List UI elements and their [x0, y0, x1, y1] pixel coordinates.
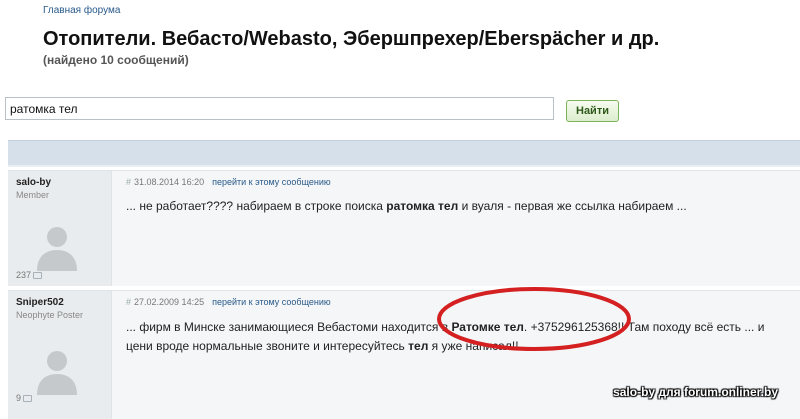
author-role: Member [16, 190, 50, 200]
breadcrumb[interactable]: Главная форума [43, 5, 120, 16]
search-button[interactable]: Найти [566, 100, 619, 122]
avatar-head [47, 227, 67, 247]
results-count: (найдено 10 сообщений) [43, 53, 189, 67]
post-text: ... фирм в Минске занимающиеся Вебастоми… [126, 320, 452, 334]
author-role: Neophyte Poster [16, 310, 84, 320]
search-highlight: ратомка тел [386, 199, 459, 213]
message-icon [33, 271, 43, 279]
post-hash[interactable]: # [126, 297, 131, 307]
post-count: 237 [16, 270, 43, 280]
goto-post-link[interactable]: перейти к этому сообщению [212, 177, 331, 187]
post-body: ... не работает???? набираем в строке по… [126, 197, 687, 216]
post-line: цени вроде нормальные звоните и интересу… [126, 337, 764, 356]
post-meta: #31.08.2014 16:20 перейти к этому сообщен… [126, 177, 331, 187]
avatar-body [37, 250, 77, 271]
goto-post-link[interactable]: перейти к этому сообщению [212, 297, 331, 307]
avatar-head [47, 351, 67, 371]
author-panel: salo-by Member 237 [8, 171, 112, 286]
post-count: 9 [16, 393, 33, 403]
post-text: цени вроде нормальные звоните и интересу… [126, 339, 409, 353]
author-panel: Sniper502 Neophyte Poster 9 [8, 291, 112, 419]
post: salo-by Member 237 #31.08.2014 16:20 пере… [8, 170, 800, 286]
search-highlight: тел [408, 339, 429, 353]
post-text: и вуаля - первая же ссылка набираем ... [458, 199, 687, 213]
avatar[interactable] [33, 223, 81, 271]
avatar-body [37, 374, 77, 395]
post-meta: #27.02.2009 14:25 перейти к этому сообщен… [126, 297, 331, 307]
search-highlight: Ратомке тел [451, 320, 524, 334]
post-line: ... фирм в Минске занимающиеся Вебастоми… [126, 318, 764, 337]
post-text: . +375296125368!! Там походу всё есть ..… [523, 320, 765, 334]
post-hash[interactable]: # [126, 177, 131, 187]
author-name[interactable]: Sniper502 [16, 297, 64, 308]
post-text: я уже написал!! [428, 339, 519, 353]
post-date: 27.02.2009 14:25 [134, 297, 205, 307]
results-header-bar [8, 140, 800, 166]
results-header-divider [8, 165, 800, 167]
avatar[interactable] [33, 347, 81, 395]
post-text: ... не работает???? набираем в строке по… [126, 199, 387, 213]
search-input[interactable] [5, 97, 554, 120]
watermark: salo-by для forum.onliner.by [613, 385, 778, 399]
page-title: Отопители. Вебасто/Webasto, Эбершпрехер/… [43, 28, 660, 50]
post-count-value: 9 [16, 393, 22, 403]
message-icon [23, 394, 33, 402]
post-count-value: 237 [16, 270, 32, 280]
post-date: 31.08.2014 16:20 [134, 177, 205, 187]
post-body: ... фирм в Минске занимающиеся Вебастоми… [126, 318, 764, 356]
author-name[interactable]: salo-by [16, 177, 51, 188]
post: Sniper502 Neophyte Poster 9 #27.02.2009 … [8, 290, 800, 419]
